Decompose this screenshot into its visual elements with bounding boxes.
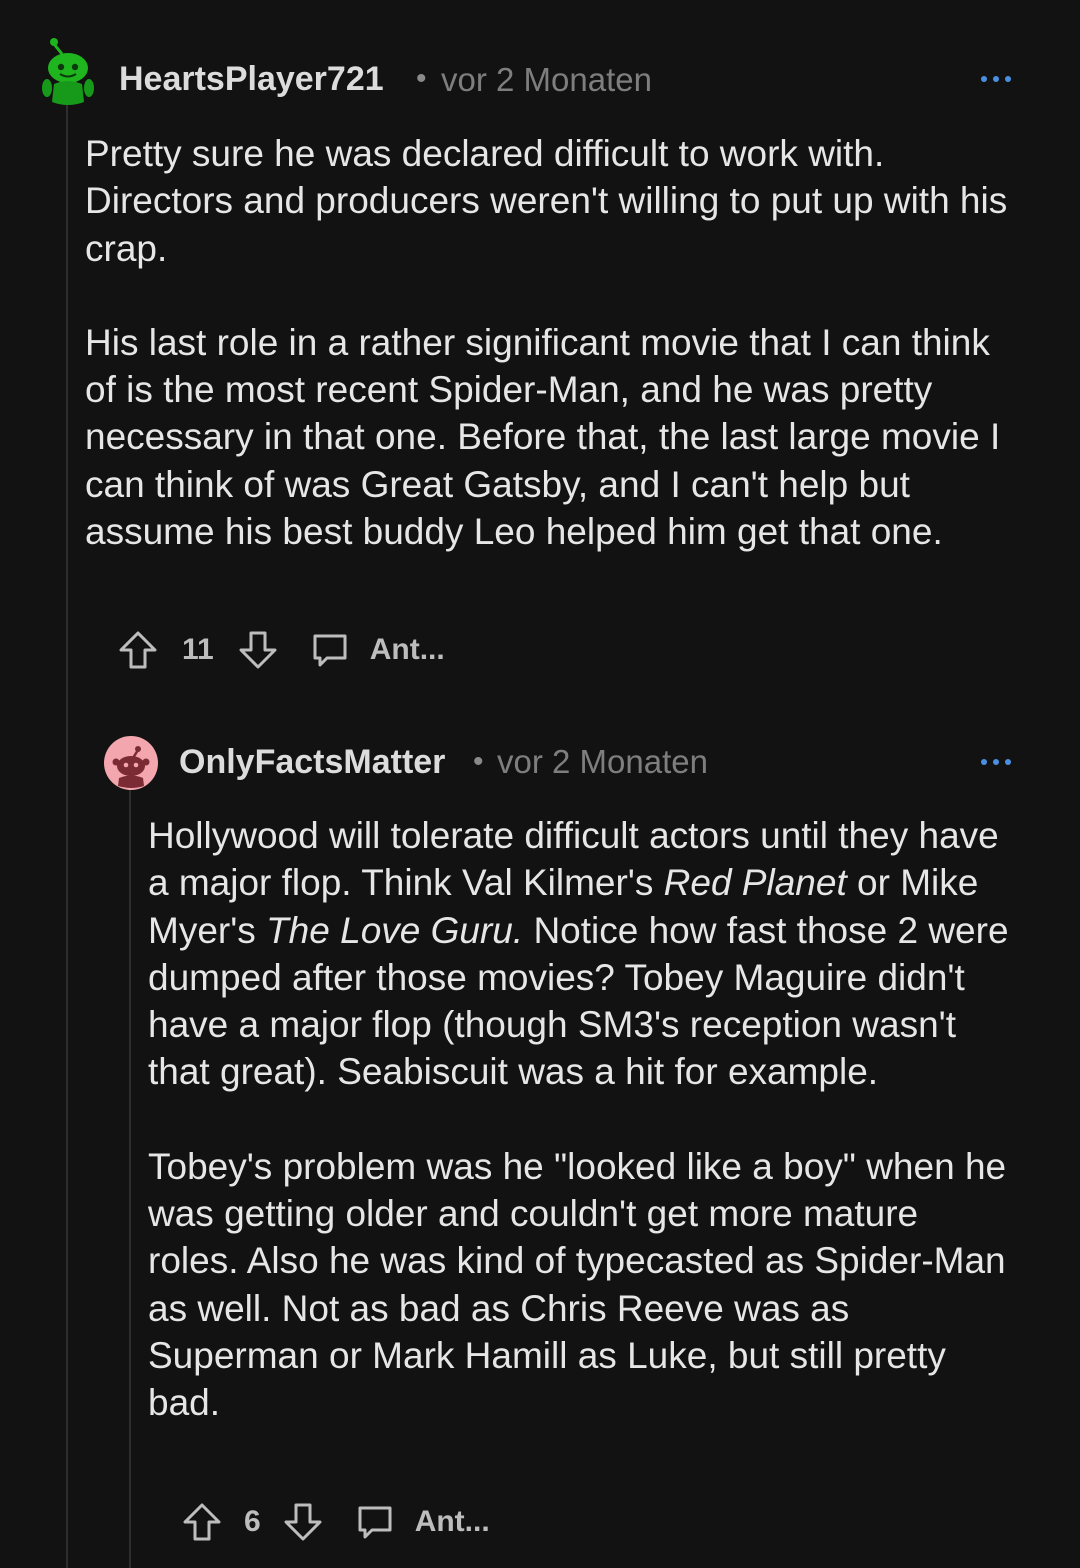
thread-line-root[interactable] [66,104,68,1568]
reply-button[interactable]: Ant... [312,632,445,668]
upvote-button[interactable] [118,630,158,670]
reply-label: Ant... [369,633,445,666]
comment-paragraph: Pretty sure he was declared difficult to… [85,133,1008,269]
upvote-arrow-icon [119,631,157,669]
comment-paragraph: Tobey's problem was he "looked like a bo… [148,1145,1007,1424]
more-options-button[interactable] [976,64,1016,94]
more-options-button[interactable] [976,747,1016,777]
pink-snoo-icon [112,746,150,788]
vote-count: 11 [182,633,214,666]
green-snoo-icon [42,38,94,105]
avatar[interactable] [104,736,158,790]
comment-paragraph: His last role in a rather significant mo… [85,321,1001,553]
thread-line-reply[interactable] [129,790,131,1568]
timestamp: vor 2 Monaten [497,743,708,780]
more-horizontal-icon [981,759,1011,765]
comment-body: Hollywood will tolerate difficult actors… [148,812,1018,1427]
downvote-button[interactable] [283,1502,323,1542]
reply-button[interactable]: Ant... [357,1504,490,1540]
downvote-arrow-icon [239,631,277,669]
username[interactable]: OnlyFactsMatter [179,743,445,782]
username[interactable]: HeartsPlayer721 [119,60,384,99]
downvote-arrow-icon [284,1503,322,1541]
comment-bubble-icon [358,1506,392,1539]
separator-dot: • [473,745,484,778]
movie-title: The Love Guru. [266,909,524,951]
vote-count: 6 [244,1505,261,1538]
comment-paragraph: Hollywood will tolerate difficult actors… [148,812,1018,1096]
upvote-arrow-icon [183,1503,221,1541]
comment-body: Pretty sure he was declared difficult to… [85,130,1015,555]
upvote-button[interactable] [182,1502,222,1542]
downvote-button[interactable] [238,630,278,670]
comment-bubble-icon [313,634,347,667]
timestamp: vor 2 Monaten [441,61,652,98]
movie-title: Red Planet [663,862,847,904]
more-horizontal-icon [981,76,1011,82]
comment-actions: 6 Ant... [182,1500,490,1544]
avatar[interactable] [40,36,96,108]
reply-label: Ant... [414,1505,490,1538]
comment-actions: 11 Ant... [118,628,445,672]
separator-dot: • [416,62,427,95]
